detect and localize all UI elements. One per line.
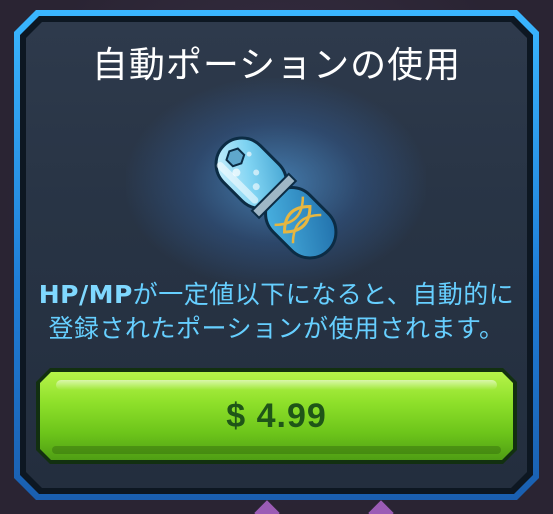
price-label: $ 4.99 [226, 396, 327, 435]
capsule-potion-icon [214, 136, 338, 260]
dialog-description: HP/MPが一定値以下になると、自動的に 登録されたポーションが使用されます。 [0, 278, 553, 346]
hp-mp-label: HP/MP [38, 280, 133, 309]
description-line-2: 登録されたポーションが使用されます。 [48, 314, 505, 343]
gem-decoration-icon [368, 500, 394, 514]
purchase-button[interactable]: $ 4.99 [36, 368, 517, 464]
purchase-button-face: $ 4.99 [40, 372, 513, 460]
gem-decoration-icon [254, 500, 280, 514]
game-screen: 自動ポーションの使用 HP/MPが一定値以下になると、自動的に 登録されたポーシ… [0, 0, 553, 514]
description-line-1-text: が一定値以下になると、自動的に [132, 280, 515, 309]
description-line-1: HP/MPが一定値以下になると、自動的に [0, 278, 553, 312]
